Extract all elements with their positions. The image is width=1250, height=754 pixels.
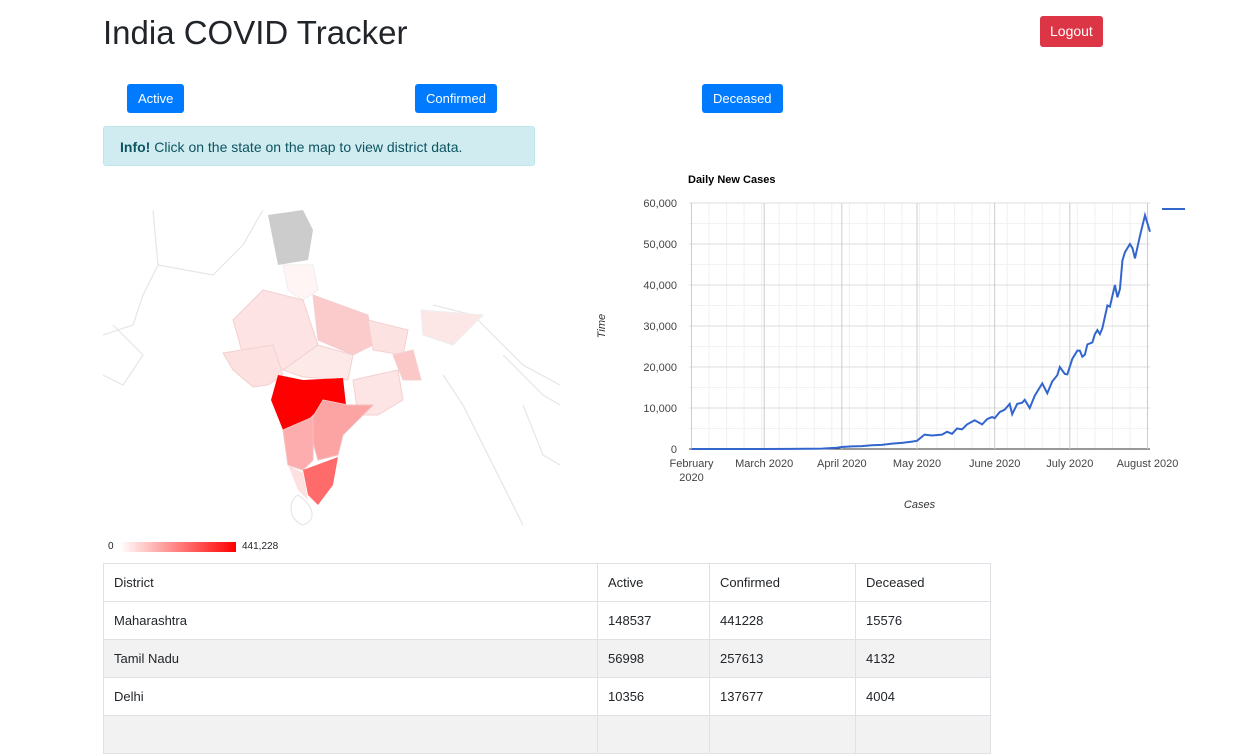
header-active[interactable]: Active	[597, 563, 710, 602]
state-jammu-kashmir[interactable]	[268, 210, 313, 265]
cell-deceased: 4132	[855, 639, 991, 678]
cell-active: 56998	[597, 639, 710, 678]
logout-button[interactable]: Logout	[1040, 16, 1103, 47]
state-telangana-ap[interactable]	[307, 399, 375, 461]
state-bihar[interactable]	[367, 319, 409, 356]
table-row[interactable]: Maharashtra 148537 441228 15576	[103, 601, 991, 640]
cell-name: Delhi	[103, 677, 598, 716]
cell-confirmed: 137677	[709, 677, 856, 716]
y-tick-label: 50,000	[643, 239, 677, 251]
x-tick-label: June 2020	[969, 458, 1020, 470]
map-legend-gradient	[120, 542, 236, 552]
daily-cases-chart: 0 10,000 20,000 30,000 40,000 50,000 60,000 Feb…	[596, 174, 1185, 511]
cell-name	[103, 715, 598, 754]
y-tick-label: 20,000	[643, 362, 677, 374]
x-tick-label: August 2020	[1117, 458, 1179, 470]
table-header-row: District Active Confirmed Deceased	[103, 563, 991, 602]
x-tick-label: February	[669, 458, 714, 470]
cell-confirmed	[709, 715, 856, 754]
cell-confirmed: 257613	[709, 639, 856, 678]
header-confirmed[interactable]: Confirmed	[709, 563, 856, 602]
state-gujarat[interactable]	[222, 344, 284, 388]
cell-deceased: 4004	[855, 677, 991, 716]
cell-deceased	[855, 715, 991, 754]
y-tick-label: 10,000	[643, 403, 677, 415]
table-row[interactable]	[103, 715, 991, 754]
y-tick-label: 40,000	[643, 280, 677, 292]
cell-active	[597, 715, 710, 754]
info-alert: Info! Click on the state on the map to v…	[103, 126, 535, 166]
y-axis-label: Time	[596, 314, 608, 338]
chart-title: Daily New Cases	[688, 174, 775, 186]
table-row[interactable]: Tamil Nadu 56998 257613 4132	[103, 639, 991, 678]
map-legend-min: 0	[108, 541, 114, 552]
active-button[interactable]: Active	[127, 84, 185, 113]
cell-name: Maharashtra	[103, 601, 598, 640]
x-tick-label: May 2020	[893, 458, 941, 470]
india-map[interactable]	[103, 205, 560, 535]
table-row[interactable]: Delhi 10356 137677 4004	[103, 677, 991, 716]
header-district[interactable]: District	[103, 563, 598, 602]
y-tick-label: 0	[671, 444, 677, 456]
cell-active: 148537	[597, 601, 710, 640]
y-tick-label: 30,000	[643, 321, 677, 333]
x-tick-label: 2020	[679, 472, 703, 484]
x-axis-label: Cases	[904, 499, 936, 511]
state-northeast[interactable]	[420, 309, 485, 346]
x-tick-label: April 2020	[817, 458, 867, 470]
info-text: Click on the state on the map to view di…	[150, 139, 463, 155]
district-table: District Active Confirmed Deceased Mahar…	[103, 563, 991, 754]
confirmed-button[interactable]: Confirmed	[415, 84, 497, 113]
y-tick-label: 60,000	[643, 198, 677, 210]
cell-name: Tamil Nadu	[103, 639, 598, 678]
cell-deceased: 15576	[855, 601, 991, 640]
x-tick-label: July 2020	[1046, 458, 1093, 470]
cell-active: 10356	[597, 677, 710, 716]
map-legend-max: 441,228	[242, 541, 279, 552]
page-title: India COVID Tracker	[103, 14, 408, 51]
deceased-button[interactable]: Deceased	[702, 84, 783, 113]
x-tick-label: March 2020	[735, 458, 793, 470]
header-deceased[interactable]: Deceased	[855, 563, 991, 602]
info-bold: Info!	[120, 139, 151, 155]
cell-confirmed: 441228	[709, 601, 856, 640]
